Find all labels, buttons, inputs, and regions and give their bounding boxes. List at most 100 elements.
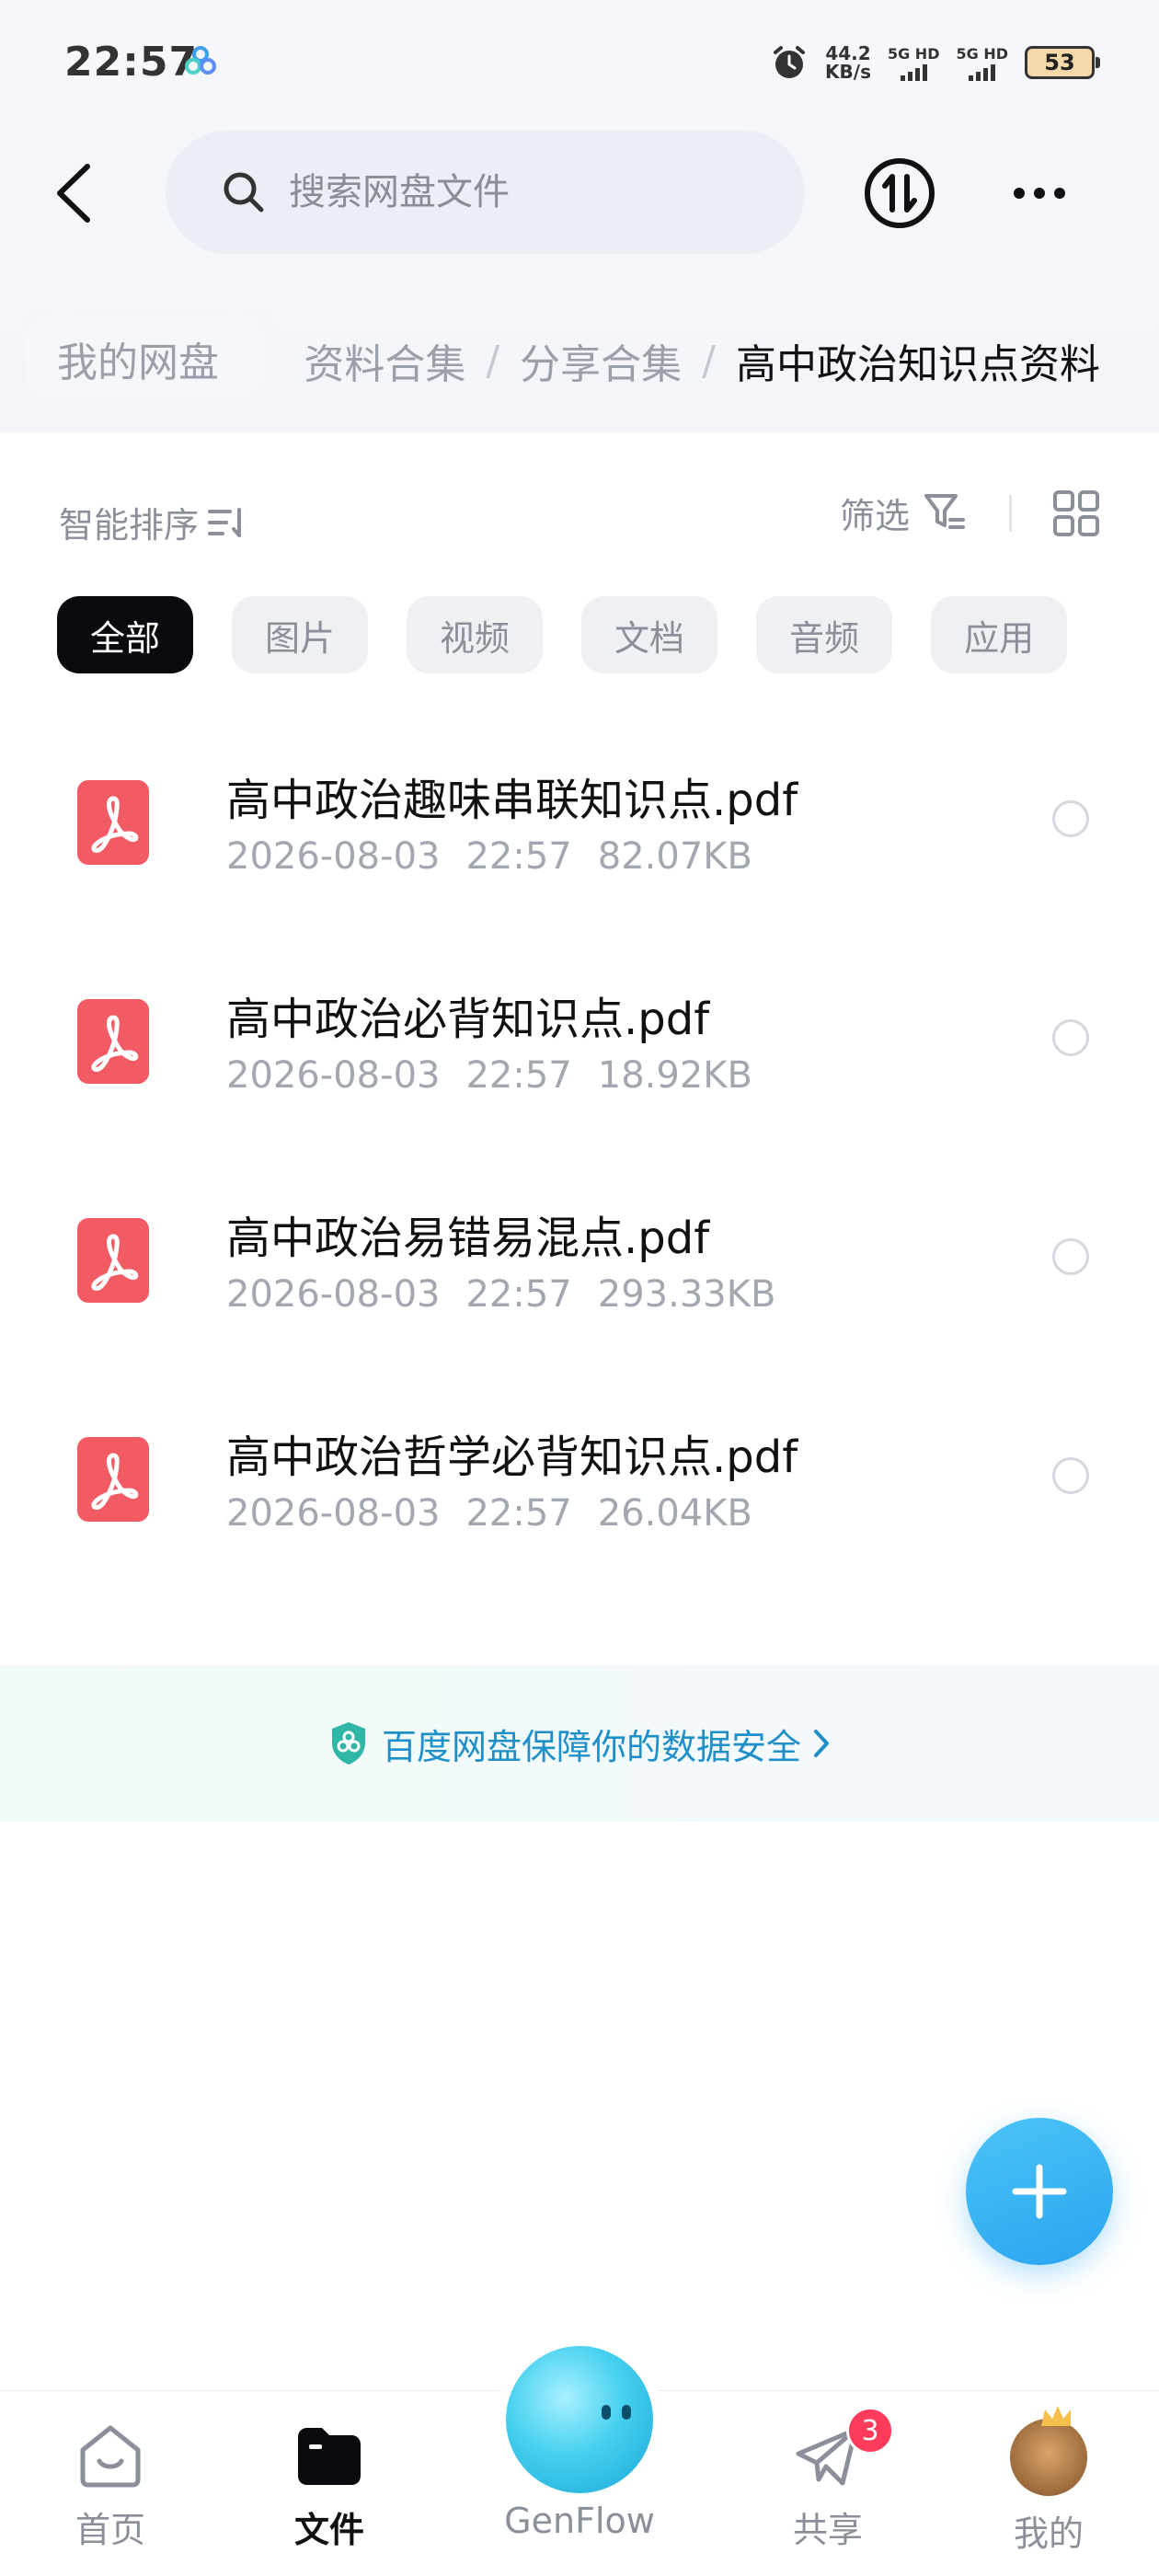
sort-label: 智能排序	[59, 505, 200, 546]
file-time: 22:57	[465, 1492, 572, 1535]
file-name: 高中政治哲学必背知识点.pdf	[226, 1432, 798, 1483]
more-dot-icon	[1014, 188, 1025, 199]
avatar	[1010, 2406, 1087, 2496]
pdf-file-icon	[77, 1218, 149, 1303]
nav-home[interactable]: 首页	[28, 2419, 193, 2566]
back-button[interactable]	[40, 156, 105, 230]
sort-button[interactable]: 智能排序	[59, 497, 247, 547]
network-speed: 44.2 KB/s	[825, 44, 871, 81]
breadcrumb-separator: /	[702, 337, 716, 385]
breadcrumb-current: 高中政治知识点资料	[736, 341, 1100, 388]
transfer-list-button[interactable]	[863, 156, 936, 230]
tab-documents[interactable]: 文档	[581, 596, 718, 673]
select-checkbox[interactable]	[1052, 1457, 1089, 1494]
pdf-file-icon	[77, 1437, 149, 1522]
nav-share-label: 共享	[792, 2510, 863, 2550]
filter-label[interactable]: 筛选	[840, 488, 910, 538]
genflow-button[interactable]	[497, 2337, 662, 2502]
network-speed-value: 44.2	[825, 42, 871, 64]
file-list: 高中政治趣味串联知识点.pdf 2026-08-03 22:57 82.07KB…	[0, 727, 1159, 1603]
header	[0, 129, 1159, 258]
genflow-mascot-icon	[506, 2346, 653, 2493]
signal-2: 5G HD	[956, 45, 1008, 81]
folder-icon	[298, 2428, 361, 2485]
nav-mine[interactable]: 我的	[966, 2406, 1131, 2566]
signal-2-label: 5G HD	[956, 44, 1008, 63]
breadcrumb: 资料合集 / 分享合集 / 高中政治知识点资料 我的网盘	[0, 313, 1159, 405]
search-icon	[224, 172, 264, 213]
shield-icon	[331, 1722, 365, 1765]
more-dot-icon	[1054, 188, 1065, 199]
crown-icon	[1041, 2406, 1071, 2426]
status-time: 22:57	[64, 39, 199, 86]
filter-icon[interactable]	[923, 490, 969, 536]
add-button[interactable]	[966, 2118, 1113, 2265]
plus-icon	[1012, 2164, 1067, 2219]
file-name: 高中政治易错易混点.pdf	[226, 1213, 710, 1264]
breadcrumb-root[interactable]: 我的网盘	[26, 320, 250, 397]
file-row[interactable]: 高中政治必背知识点.pdf 2026-08-03 22:57 18.92KB	[0, 946, 1159, 1165]
file-size: 82.07KB	[597, 835, 752, 878]
tab-images[interactable]: 图片	[232, 596, 369, 673]
file-meta: 2026-08-03 22:57 82.07KB	[226, 835, 752, 878]
category-tabs: 全部 图片 视频 文档 音频 应用	[57, 596, 1068, 673]
file-size: 293.33KB	[597, 1273, 776, 1316]
baidu-netdisk-app-icon	[185, 46, 216, 75]
toolbar-divider	[1009, 494, 1012, 532]
breadcrumb-path: 资料合集 / 分享合集 / 高中政治知识点资料	[304, 331, 1100, 390]
file-row[interactable]: 高中政治哲学必背知识点.pdf 2026-08-03 22:57 26.04KB	[0, 1384, 1159, 1603]
file-time: 22:57	[465, 1273, 572, 1316]
sort-icon	[208, 507, 242, 537]
file-row[interactable]: 高中政治趣味串联知识点.pdf 2026-08-03 22:57 82.07KB	[0, 727, 1159, 946]
home-icon	[80, 2425, 141, 2488]
grid-view-icon[interactable]	[1052, 489, 1100, 537]
breadcrumb-item[interactable]: 分享合集	[520, 331, 682, 390]
tab-all[interactable]: 全部	[57, 596, 194, 673]
file-meta: 2026-08-03 22:57 293.33KB	[226, 1273, 775, 1316]
nav-files-label: 文件	[293, 2510, 364, 2550]
file-name: 高中政治趣味串联知识点.pdf	[226, 775, 798, 826]
file-date: 2026-08-03	[226, 835, 441, 878]
file-size: 18.92KB	[597, 1054, 752, 1097]
signal-1-label: 5G HD	[887, 44, 940, 63]
select-checkbox[interactable]	[1052, 800, 1089, 837]
file-time: 22:57	[465, 1054, 572, 1097]
security-banner[interactable]: 百度网盘保障你的数据安全	[0, 1665, 1159, 1822]
signal-1: 5G HD	[887, 44, 940, 81]
signal-bars-icon	[900, 63, 927, 81]
pdf-file-icon	[77, 780, 149, 865]
share-notification-badge: 3	[846, 2407, 894, 2455]
select-checkbox[interactable]	[1052, 1019, 1089, 1056]
file-list-panel: 智能排序 筛选 全部 图片 视频 文档 音频 应用 高中政治趣味串联知识点.pd…	[0, 432, 1159, 2383]
nav-mine-label: 我的	[1013, 2513, 1084, 2554]
chevron-right-icon	[814, 1730, 829, 1757]
status-indicators: 44.2 KB/s 5G HD 5G HD 53	[770, 35, 1100, 90]
search-input[interactable]	[289, 171, 749, 213]
nav-genflow-label: GenFlow	[504, 2501, 655, 2541]
select-checkbox[interactable]	[1052, 1238, 1089, 1275]
nav-home-label: 首页	[75, 2510, 145, 2550]
tab-videos[interactable]: 视频	[407, 596, 544, 673]
security-text: 百度网盘保障你的数据安全	[381, 1726, 801, 1767]
file-date: 2026-08-03	[226, 1273, 441, 1316]
network-speed-unit: KB/s	[825, 61, 871, 83]
filter-toolbar: 筛选	[840, 488, 1100, 538]
file-size: 26.04KB	[597, 1492, 752, 1535]
battery-level: 53	[1044, 50, 1075, 75]
status-bar: 22:57 44.2 KB/s 5G HD 5G HD 53	[0, 0, 1159, 120]
file-date: 2026-08-03	[226, 1054, 441, 1097]
file-name: 高中政治必背知识点.pdf	[226, 994, 710, 1045]
tab-apps[interactable]: 应用	[931, 596, 1068, 673]
file-meta: 2026-08-03 22:57 26.04KB	[226, 1492, 752, 1535]
breadcrumb-separator: /	[486, 337, 500, 385]
file-time: 22:57	[465, 835, 572, 878]
file-row[interactable]: 高中政治易错易混点.pdf 2026-08-03 22:57 293.33KB	[0, 1165, 1159, 1384]
file-meta: 2026-08-03 22:57 18.92KB	[226, 1054, 752, 1097]
search-bar[interactable]	[166, 131, 805, 254]
pdf-file-icon	[77, 999, 149, 1084]
tab-audio[interactable]: 音频	[756, 596, 893, 673]
nav-files[interactable]: 文件	[247, 2419, 412, 2566]
back-arrow-icon	[57, 164, 90, 223]
more-options-button[interactable]	[1003, 156, 1076, 230]
breadcrumb-item[interactable]: 资料合集	[304, 331, 465, 390]
